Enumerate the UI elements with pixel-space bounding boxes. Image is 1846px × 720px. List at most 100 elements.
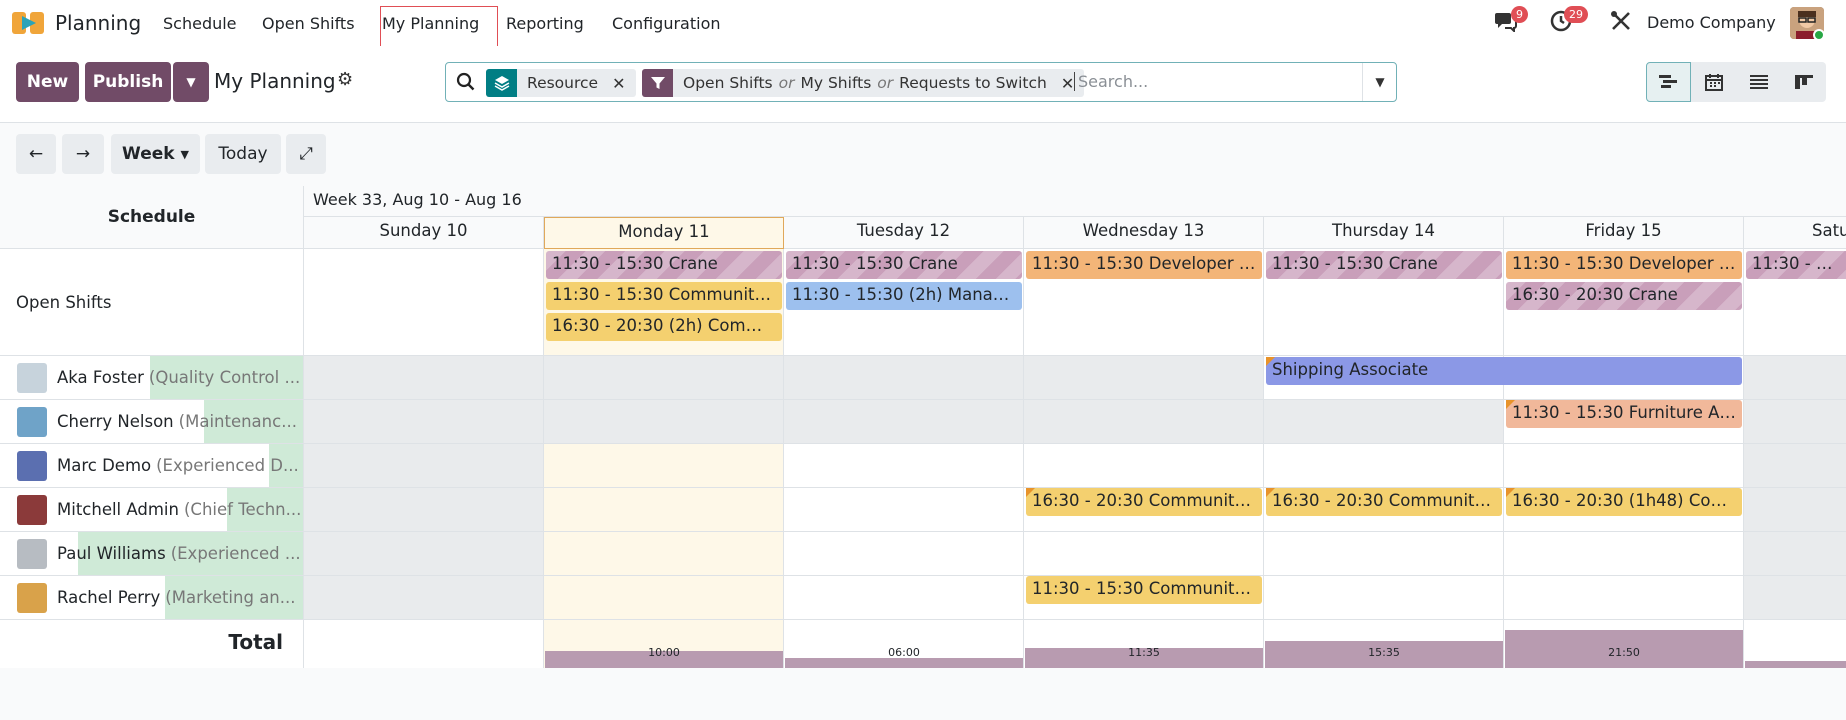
shift-pill[interactable]: 11:30 - 15:30 Developer - ... xyxy=(1026,251,1262,279)
gantt-view-button[interactable] xyxy=(1646,62,1691,102)
company-switcher[interactable]: Demo Company xyxy=(1647,13,1776,32)
cell[interactable] xyxy=(304,488,544,532)
expand-button[interactable]: ⤢ xyxy=(286,134,326,174)
employee-name: Cherry Nelson xyxy=(57,412,174,431)
employee-row-label[interactable]: Marc Demo (Experienced D... xyxy=(0,444,304,488)
cell[interactable] xyxy=(784,356,1024,400)
cell[interactable] xyxy=(784,532,1024,576)
cell[interactable] xyxy=(544,488,784,532)
shift-pill[interactable]: 16:30 - 20:30 (1h48) Com... xyxy=(1506,488,1742,516)
remove-facet-icon[interactable]: ✕ xyxy=(1061,74,1074,93)
activities-badge: 29 xyxy=(1564,6,1588,23)
employee-avatar xyxy=(17,362,47,393)
gear-icon[interactable]: ⚙ xyxy=(337,69,353,90)
cell[interactable] xyxy=(1024,356,1264,400)
cell[interactable] xyxy=(1504,576,1744,620)
search-options-toggle[interactable]: ▼ xyxy=(1362,63,1397,101)
shift-pill[interactable]: 11:30 - 15:30 Community ... xyxy=(546,282,782,310)
shift-pill[interactable]: 11:30 - 15:30 Crane xyxy=(1266,251,1502,279)
cell[interactable] xyxy=(304,249,544,356)
shift-pill[interactable]: Shipping Associate xyxy=(1266,357,1742,385)
shift-pill[interactable]: 11:30 - 15:30 (2h) Manage... xyxy=(786,282,1022,310)
cell[interactable] xyxy=(1744,356,1846,400)
shift-pill[interactable]: 16:30 - 20:30 Crane xyxy=(1506,282,1742,310)
shift-pill[interactable]: 16:30 - 20:30 (2h) Commu... xyxy=(546,313,782,341)
cell[interactable] xyxy=(304,400,544,444)
cell[interactable] xyxy=(1504,532,1744,576)
cell[interactable] xyxy=(544,444,784,488)
cell[interactable] xyxy=(1264,400,1504,444)
group-by-facet[interactable]: Resource ✕ xyxy=(486,69,636,97)
total-bar xyxy=(1745,661,1846,668)
cell[interactable] xyxy=(1504,444,1744,488)
cell[interactable] xyxy=(1024,532,1264,576)
cell[interactable] xyxy=(1744,576,1846,620)
shift-pill[interactable]: 11:30 - 15:30 Crane xyxy=(546,251,782,279)
cell[interactable] xyxy=(544,576,784,620)
app-name[interactable]: Planning xyxy=(55,11,141,35)
shift-pill[interactable]: 11:30 - 15:30 Furniture As... xyxy=(1506,400,1742,428)
cell[interactable] xyxy=(304,576,544,620)
list-view-button[interactable] xyxy=(1736,62,1781,102)
cell[interactable] xyxy=(1264,576,1504,620)
employee-row-label[interactable]: Cherry Nelson (Maintenanc... xyxy=(0,400,304,444)
publish-button[interactable]: Publish xyxy=(85,62,171,102)
cell[interactable] xyxy=(544,356,784,400)
menu-configuration[interactable]: Configuration xyxy=(612,14,721,33)
cell[interactable] xyxy=(1024,400,1264,444)
cell[interactable] xyxy=(304,532,544,576)
cell[interactable] xyxy=(784,400,1024,444)
unpublished-marker xyxy=(1026,488,1035,497)
planning-app-icon[interactable] xyxy=(12,10,46,36)
cell[interactable] xyxy=(1264,532,1504,576)
unpublished-marker xyxy=(1506,488,1515,497)
today-button[interactable]: Today xyxy=(205,134,281,174)
employee-avatar xyxy=(17,582,47,613)
cell[interactable] xyxy=(784,444,1024,488)
cell[interactable] xyxy=(784,576,1024,620)
employee-role: (Experienced D... xyxy=(156,456,299,475)
debug-tools-icon[interactable] xyxy=(1610,10,1632,37)
employee-row-label[interactable]: Paul Williams (Experienced ... xyxy=(0,532,304,576)
search-icon[interactable] xyxy=(456,72,476,96)
cell[interactable] xyxy=(784,488,1024,532)
shift-pill[interactable]: 16:30 - 20:30 Community ... xyxy=(1266,488,1502,516)
layers-icon xyxy=(486,69,517,97)
shift-pill[interactable]: 11:30 - 15:30 Crane xyxy=(786,251,1022,279)
next-period-button[interactable]: → xyxy=(62,134,104,174)
employee-row-label[interactable]: Rachel Perry (Marketing an... xyxy=(0,576,304,620)
cell[interactable] xyxy=(544,532,784,576)
menu-schedule[interactable]: Schedule xyxy=(163,14,237,33)
menu-reporting[interactable]: Reporting xyxy=(506,14,584,33)
cell[interactable] xyxy=(1744,488,1846,532)
shift-pill[interactable]: 16:30 - 20:30 Community ... xyxy=(1026,488,1262,516)
filter-facet[interactable]: Open Shifts or My Shifts or Requests to … xyxy=(642,69,1085,97)
cell[interactable] xyxy=(304,356,544,400)
kanban-view-button[interactable] xyxy=(1781,62,1826,102)
previous-period-button[interactable]: ← xyxy=(16,134,56,174)
shift-pill[interactable]: 11:30 - 15:30 Community ... xyxy=(1026,576,1262,604)
cell[interactable] xyxy=(1744,532,1846,576)
cell[interactable] xyxy=(304,444,544,488)
caret-down-icon: ▼ xyxy=(186,75,196,89)
shift-pill[interactable]: 11:30 - 15:30 xyxy=(1746,251,1846,279)
cell[interactable] xyxy=(1024,444,1264,488)
cell[interactable] xyxy=(544,400,784,444)
employee-row-label[interactable]: Aka Foster (Quality Control ... xyxy=(0,356,304,400)
cell[interactable] xyxy=(1264,444,1504,488)
remove-facet-icon[interactable]: ✕ xyxy=(612,74,625,93)
publish-dropdown-toggle[interactable]: ▼ xyxy=(173,62,209,102)
shift-pill[interactable]: 11:30 - 15:30 Developer - ... xyxy=(1506,251,1742,279)
cell[interactable] xyxy=(1744,400,1846,444)
kanban-icon xyxy=(1794,75,1813,89)
cell[interactable] xyxy=(1744,444,1846,488)
scale-dropdown[interactable]: Week ▼ xyxy=(111,134,200,174)
arrow-right-icon: → xyxy=(75,144,91,164)
search-input[interactable] xyxy=(1074,72,1354,91)
menu-open-shifts[interactable]: Open Shifts xyxy=(262,14,355,33)
group-by-value: Resource xyxy=(527,74,599,92)
employee-row-label[interactable]: Mitchell Admin (Chief Techn... xyxy=(0,488,304,532)
new-button[interactable]: New xyxy=(16,62,79,102)
gantt-grid: Schedule Week 33, Aug 10 - Aug 16 Sunday… xyxy=(0,186,1846,668)
calendar-view-button[interactable] xyxy=(1691,62,1736,102)
